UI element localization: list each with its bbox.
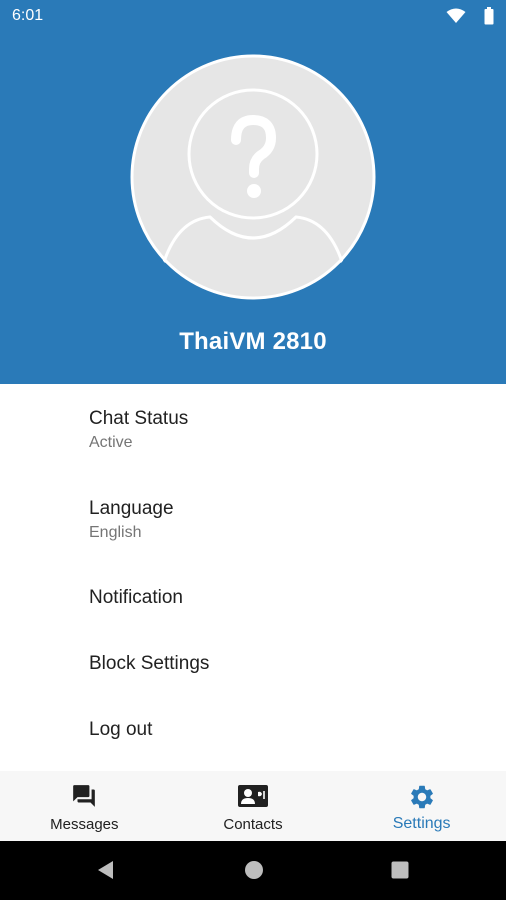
profile-name: ThaiVM 2810 [179, 328, 327, 355]
recents-icon[interactable] [390, 860, 410, 885]
battery-icon [484, 7, 494, 25]
home-icon[interactable] [244, 860, 264, 885]
chat-status-value: Active [89, 434, 133, 451]
status-time: 6:01 [12, 7, 44, 24]
status-bar: 6:01 [0, 0, 506, 32]
back-icon[interactable] [96, 860, 116, 885]
tab-settings[interactable]: Settings [337, 771, 506, 841]
language-value: English [89, 524, 142, 541]
settings-item-language[interactable]: Language English [0, 474, 506, 564]
gear-icon [408, 783, 436, 816]
system-nav-bar [0, 841, 506, 900]
settings-list: Chat Status Active Language English Noti… [0, 384, 506, 762]
tab-contacts-label: Contacts [223, 816, 283, 833]
settings-item-log-out[interactable]: Log out [0, 696, 506, 762]
settings-item-chat-status[interactable]: Chat Status Active [0, 384, 506, 474]
log-out-label: Log out [89, 719, 153, 740]
settings-item-block-settings[interactable]: Block Settings [0, 630, 506, 696]
block-settings-label: Block Settings [89, 653, 210, 674]
tab-messages[interactable]: Messages [0, 771, 169, 841]
avatar[interactable] [130, 54, 376, 300]
settings-item-notification[interactable]: Notification [0, 564, 506, 630]
status-icons [446, 7, 494, 25]
tab-messages-label: Messages [50, 816, 119, 833]
wifi-icon [446, 8, 466, 24]
bottom-nav: Messages Contacts Settings [0, 771, 506, 841]
avatar-placeholder-icon [130, 54, 376, 300]
tab-settings-label: Settings [392, 815, 451, 832]
contacts-icon [237, 783, 268, 814]
notification-label: Notification [89, 587, 183, 608]
messages-icon [71, 783, 97, 814]
chat-status-label: Chat Status [89, 408, 189, 429]
profile-header: ThaiVM 2810 [0, 32, 506, 384]
tab-contacts[interactable]: Contacts [169, 771, 338, 841]
language-label: Language [89, 498, 174, 519]
